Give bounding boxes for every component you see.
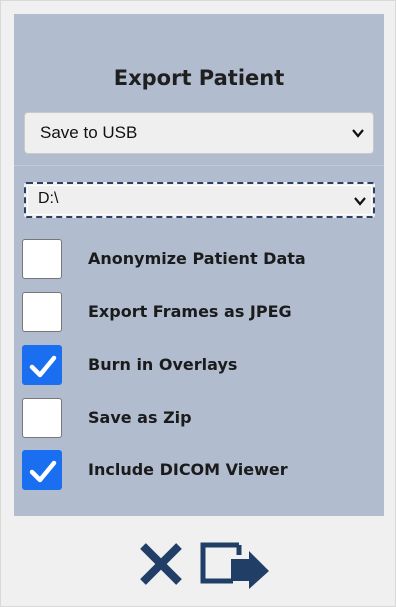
option-burn-in-overlays[interactable]: Burn in Overlays	[22, 345, 372, 385]
chevron-down-icon	[352, 129, 364, 138]
option-label: Export Frames as JPEG	[88, 302, 292, 321]
section-divider	[14, 165, 384, 166]
checkbox-export-frames-jpeg[interactable]	[22, 292, 62, 332]
checkbox-anonymize-patient-data[interactable]	[22, 239, 62, 279]
path-select-value: D:\	[38, 190, 59, 207]
export-icon	[200, 542, 269, 589]
checkmark-icon	[29, 355, 57, 378]
option-anonymize-patient-data[interactable]: Anonymize Patient Data	[22, 239, 372, 279]
close-icon	[140, 543, 182, 585]
export-button[interactable]	[199, 539, 271, 595]
option-label: Anonymize Patient Data	[88, 249, 306, 268]
path-select[interactable]: D:\	[24, 182, 375, 218]
option-save-as-zip[interactable]: Save as Zip	[22, 398, 372, 438]
option-label: Include DICOM Viewer	[88, 460, 288, 479]
dialog-actions	[1, 537, 396, 593]
dialog-title: Export Patient	[113, 66, 285, 90]
export-options-panel: Export Patient Save to USB D:\ Anonymize…	[14, 14, 384, 516]
option-label: Burn in Overlays	[88, 355, 238, 374]
destination-select[interactable]: Save to USB	[24, 112, 374, 154]
export-patient-dialog: Export Patient Save to USB D:\ Anonymize…	[0, 0, 396, 607]
checkbox-burn-in-overlays[interactable]	[22, 345, 62, 385]
option-include-dicom-viewer[interactable]: Include DICOM Viewer	[22, 450, 372, 490]
cancel-button[interactable]	[138, 541, 184, 591]
checkbox-save-as-zip[interactable]	[22, 398, 62, 438]
option-export-frames-jpeg[interactable]: Export Frames as JPEG	[22, 292, 372, 332]
destination-select-value: Save to USB	[40, 123, 138, 142]
checkmark-icon	[29, 460, 57, 483]
chevron-down-icon	[354, 197, 366, 206]
checkbox-include-dicom-viewer[interactable]	[22, 450, 62, 490]
option-label: Save as Zip	[88, 408, 192, 427]
